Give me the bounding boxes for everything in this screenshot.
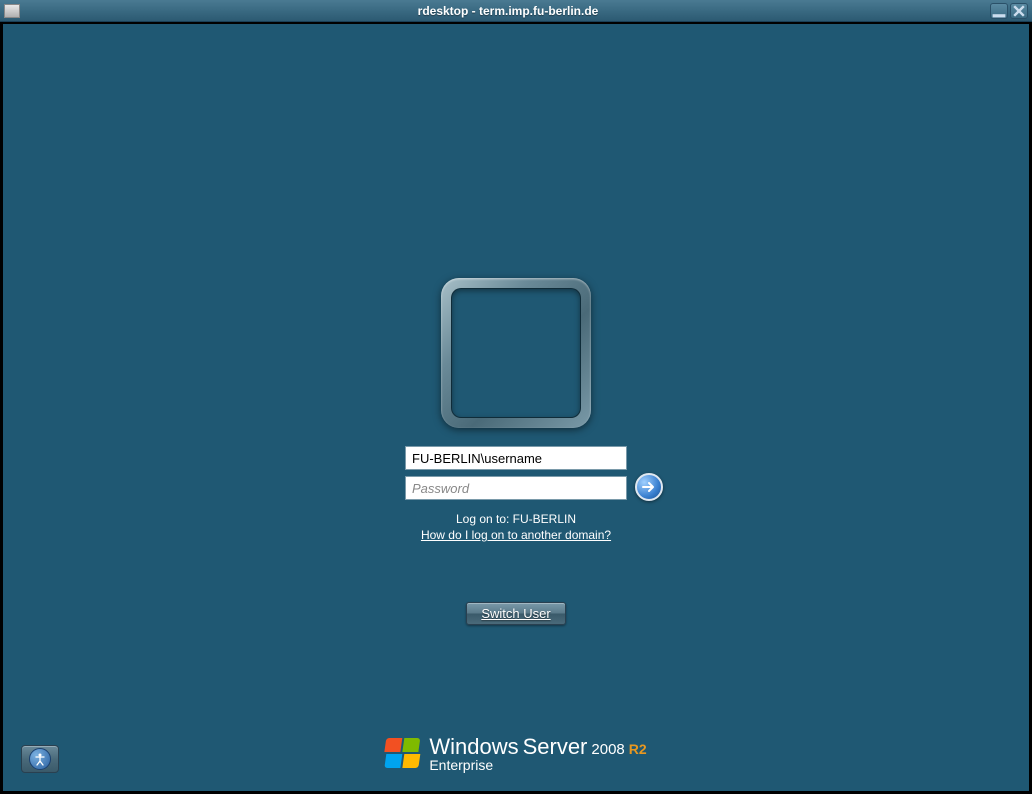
password-input[interactable] [405, 476, 627, 500]
os-branding: Windows Server 2008 R2 Enterprise [385, 735, 646, 773]
brand-edition: Enterprise [429, 758, 646, 773]
minimize-button[interactable] [990, 3, 1008, 19]
brand-r2: R2 [629, 742, 647, 757]
close-button[interactable] [1010, 3, 1028, 19]
switch-user-button[interactable]: Switch User [466, 602, 565, 625]
window-title: rdesktop - term.imp.fu-berlin.de [26, 4, 990, 18]
app-icon [4, 4, 20, 18]
user-avatar [451, 288, 581, 418]
domain-info: Log on to: FU-BERLIN How do I log on to … [421, 512, 611, 542]
ease-of-access-button[interactable] [21, 745, 59, 773]
domain-label: Log on to: FU-BERLIN [456, 512, 576, 526]
window-titlebar: rdesktop - term.imp.fu-berlin.de [0, 0, 1032, 22]
accessibility-icon [29, 748, 51, 770]
login-screen: Log on to: FU-BERLIN How do I log on to … [0, 22, 1032, 794]
user-avatar-frame [441, 278, 591, 428]
username-input[interactable] [405, 446, 627, 470]
windows-logo-icon [385, 738, 421, 770]
brand-year: 2008 [591, 742, 624, 759]
window-controls [990, 3, 1028, 19]
submit-button[interactable] [635, 473, 663, 501]
domain-help-link[interactable]: How do I log on to another domain? [421, 528, 611, 542]
login-form: Log on to: FU-BERLIN How do I log on to … [405, 446, 627, 542]
switch-user-label: Switch User [481, 606, 550, 621]
brand-product: Server [523, 735, 588, 759]
arrow-right-icon [641, 479, 657, 495]
